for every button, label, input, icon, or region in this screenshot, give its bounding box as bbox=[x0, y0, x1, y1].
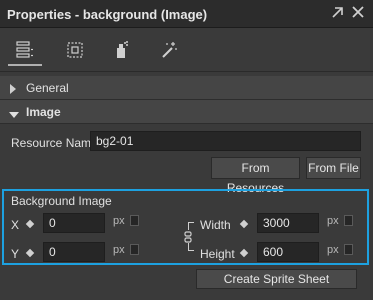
chevron-right-icon bbox=[9, 83, 17, 97]
window-title: Properties - background (Image) bbox=[7, 7, 208, 22]
from-resources-button[interactable]: From Resources bbox=[211, 157, 300, 195]
width-unit-toggle[interactable] bbox=[344, 215, 353, 226]
chevron-down-icon bbox=[9, 108, 19, 122]
spray-bottle-icon bbox=[117, 41, 128, 58]
y-unit-toggle[interactable] bbox=[130, 244, 139, 255]
dotted-square-icon bbox=[67, 42, 83, 58]
y-unit: px bbox=[113, 244, 125, 256]
x-label: X bbox=[11, 218, 20, 232]
section-general-header[interactable]: General bbox=[0, 76, 373, 100]
resource-name-label: Resource Name bbox=[11, 136, 98, 150]
width-label: Width bbox=[200, 218, 231, 232]
x-field[interactable]: 0 bbox=[43, 213, 105, 233]
section-general-label: General bbox=[26, 81, 69, 95]
height-field[interactable]: 600 bbox=[257, 242, 319, 262]
physics-tool[interactable] bbox=[104, 36, 138, 66]
create-sprite-sheet-button[interactable]: Create Sprite Sheet bbox=[196, 269, 357, 289]
effects-tool[interactable] bbox=[152, 36, 186, 66]
link-bracket-top bbox=[188, 222, 194, 230]
y-label: Y bbox=[11, 247, 20, 261]
title-bar: Properties - background (Image) bbox=[0, 0, 373, 28]
section-image-header[interactable]: Image bbox=[0, 100, 373, 124]
close-icon[interactable] bbox=[350, 4, 368, 22]
from-file-button[interactable]: From File bbox=[306, 157, 361, 179]
magic-wand-icon bbox=[162, 42, 177, 58]
height-label: Height bbox=[200, 247, 235, 261]
link-bracket-bottom bbox=[188, 243, 194, 251]
background-image-title: Background Image bbox=[11, 194, 112, 208]
width-field[interactable]: 3000 bbox=[257, 213, 319, 233]
layout-tool[interactable] bbox=[58, 36, 92, 66]
x-unit: px bbox=[113, 215, 125, 227]
x-unit-toggle[interactable] bbox=[130, 215, 139, 226]
height-unit-toggle[interactable] bbox=[344, 244, 353, 255]
resource-name-field[interactable]: bg2-01 bbox=[90, 131, 361, 151]
properties-toolbar bbox=[0, 28, 373, 72]
pin-arrow-icon[interactable] bbox=[330, 4, 348, 22]
y-field[interactable]: 0 bbox=[43, 242, 105, 262]
section-image-label: Image bbox=[26, 105, 61, 119]
height-unit: px bbox=[327, 244, 339, 256]
width-unit: px bbox=[327, 215, 339, 227]
list-properties-icon bbox=[16, 41, 33, 58]
properties-tool[interactable] bbox=[8, 36, 42, 66]
